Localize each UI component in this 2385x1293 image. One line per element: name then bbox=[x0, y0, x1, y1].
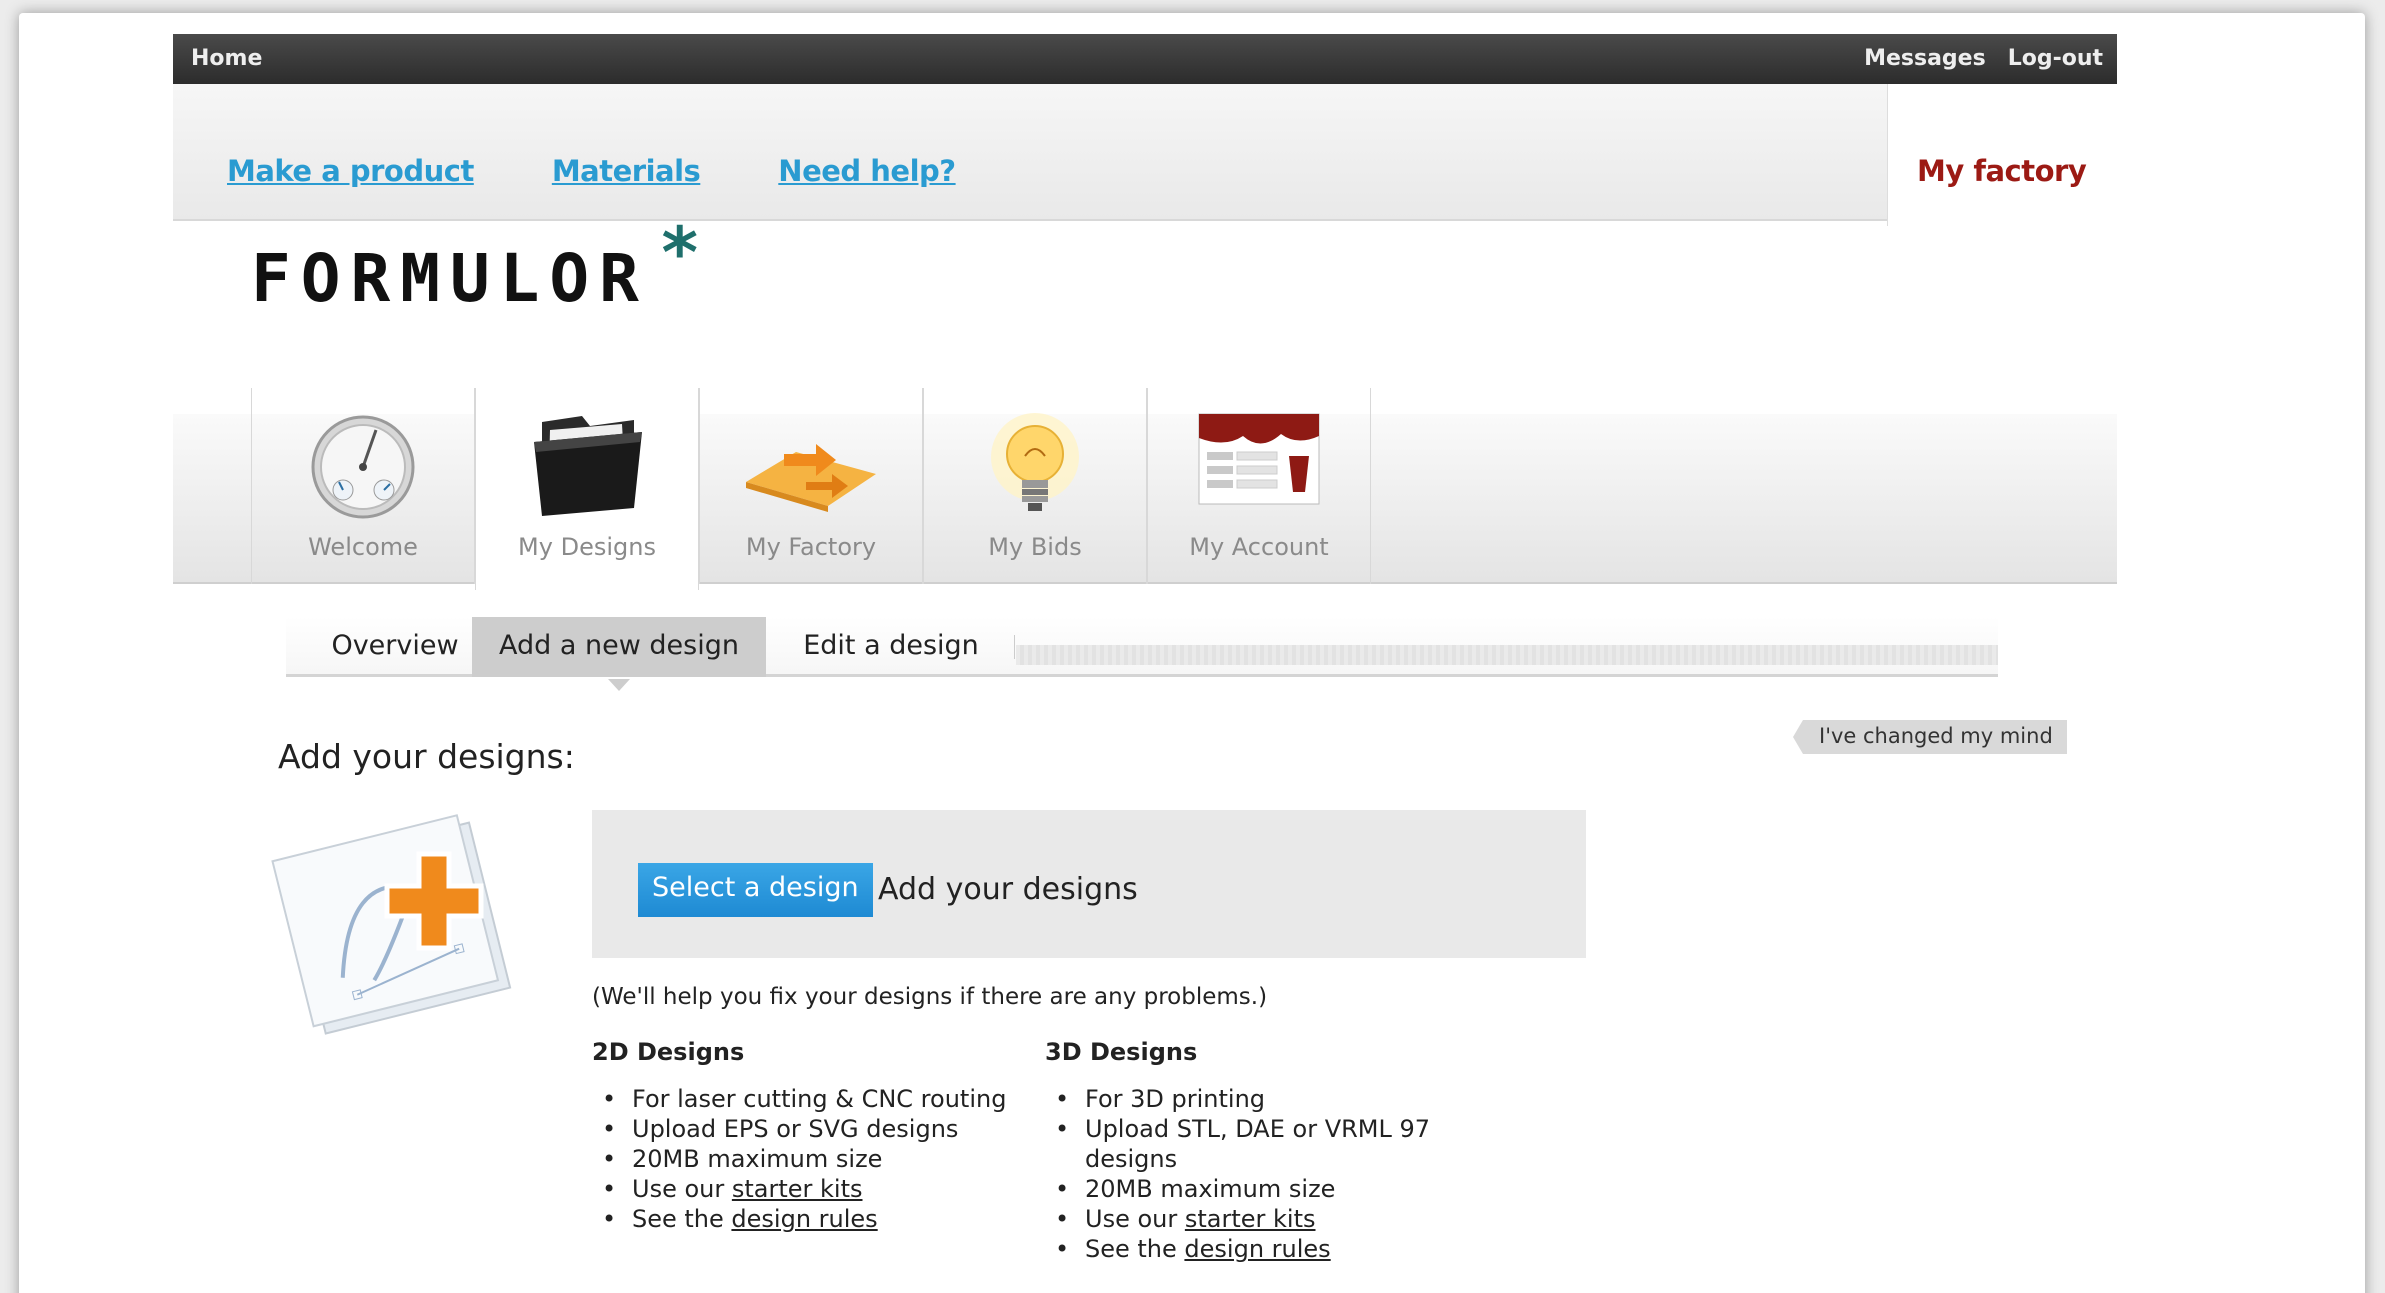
add-designs-label: Add your designs bbox=[878, 872, 1138, 907]
make-product-link[interactable]: Make a product bbox=[227, 154, 474, 188]
designs-2d-column: 2D Designs For laser cutting & CNC routi… bbox=[592, 1038, 1012, 1234]
tab-my-bids-label: My Bids bbox=[988, 533, 1082, 561]
factory-arrow-icon bbox=[746, 444, 876, 512]
logout-link[interactable]: Log-out bbox=[2008, 46, 2103, 71]
tab-overview[interactable]: Overview bbox=[304, 617, 486, 677]
formulor-logo: FORMULOR * bbox=[251, 212, 701, 317]
folder-icon bbox=[534, 416, 642, 516]
starter-kits-link[interactable]: starter kits bbox=[732, 1175, 863, 1203]
page-heading: Add your designs: bbox=[278, 737, 575, 776]
my-factory-tab[interactable]: My factory bbox=[1887, 84, 2117, 226]
design-rules-link[interactable]: design rules bbox=[1184, 1235, 1330, 1263]
tab-edit-design[interactable]: Edit a design bbox=[771, 617, 1011, 677]
list-item-text: Use our bbox=[1085, 1205, 1185, 1233]
designs-2d-list: For laser cutting & CNC routing Upload E… bbox=[592, 1084, 1012, 1234]
designs-3d-column: 3D Designs For 3D printing Upload STL, D… bbox=[1045, 1038, 1465, 1264]
list-item-text: Use our bbox=[632, 1175, 732, 1203]
list-item: Use our starter kits bbox=[1045, 1204, 1465, 1234]
upload-box: Select a design Add your designs bbox=[592, 810, 1586, 958]
list-item: For 3D printing bbox=[1045, 1084, 1465, 1114]
logo-star: * bbox=[658, 212, 701, 294]
materials-link[interactable]: Materials bbox=[552, 154, 701, 188]
tab-add-new-design[interactable]: Add a new design bbox=[472, 617, 766, 691]
list-item: 20MB maximum size bbox=[1045, 1174, 1465, 1204]
list-item: See the design rules bbox=[592, 1204, 1012, 1234]
tab-my-factory[interactable]: My Factory bbox=[699, 388, 923, 584]
main-nav: Make a product Materials Need help? My f… bbox=[173, 84, 2117, 226]
list-item: See the design rules bbox=[1045, 1234, 1465, 1264]
site: Home Messages Log-out Make a product Mat… bbox=[173, 34, 2117, 1293]
account-form-icon bbox=[1198, 413, 1320, 505]
changed-mind-button[interactable]: I've changed my mind bbox=[1793, 720, 2067, 754]
tab-my-factory-label: My Factory bbox=[745, 533, 877, 561]
tab-my-account-label: My Account bbox=[1189, 533, 1329, 561]
top-bar: Home Messages Log-out bbox=[173, 34, 2117, 84]
tab-my-account[interactable]: My Account bbox=[1147, 388, 1371, 584]
sub-tabs: Overview Add a new design Edit a design bbox=[286, 617, 1998, 691]
sub-tabs-stripe bbox=[1016, 645, 1998, 665]
list-item: Upload STL, DAE or VRML 97 designs bbox=[1045, 1114, 1465, 1174]
add-design-icon bbox=[271, 814, 512, 1035]
list-item: For laser cutting & CNC routing bbox=[592, 1084, 1012, 1114]
gauge-icon bbox=[311, 415, 415, 519]
tab-welcome[interactable]: Welcome bbox=[251, 388, 475, 584]
tab-my-designs-label: My Designs bbox=[518, 533, 656, 561]
list-item-text: See the bbox=[1085, 1235, 1185, 1263]
help-note: (We'll help you fix your designs if ther… bbox=[592, 984, 1268, 1010]
list-item: 20MB maximum size bbox=[592, 1144, 1012, 1174]
design-rules-link[interactable]: design rules bbox=[731, 1205, 877, 1233]
list-item: Upload EPS or SVG designs bbox=[592, 1114, 1012, 1144]
top-bar-right: Messages Log-out bbox=[1864, 46, 2103, 71]
designs-3d-title: 3D Designs bbox=[1045, 1038, 1198, 1066]
list-item: Use our starter kits bbox=[592, 1174, 1012, 1204]
select-design-button[interactable]: Select a design bbox=[638, 863, 873, 917]
logo-text: FORMULOR bbox=[251, 240, 649, 317]
designs-3d-list: For 3D printing Upload STL, DAE or VRML … bbox=[1045, 1084, 1465, 1264]
tab-my-bids[interactable]: My Bids bbox=[923, 388, 1147, 584]
messages-link[interactable]: Messages bbox=[1864, 46, 1986, 71]
tab-welcome-label: Welcome bbox=[308, 533, 418, 561]
list-item-text: See the bbox=[632, 1205, 732, 1233]
tab-separator bbox=[1014, 635, 1015, 659]
lightbulb-icon bbox=[991, 413, 1079, 511]
tab-my-designs[interactable]: My Designs bbox=[475, 388, 699, 590]
need-help-link[interactable]: Need help? bbox=[778, 154, 956, 188]
starter-kits-link[interactable]: starter kits bbox=[1185, 1205, 1316, 1233]
home-link[interactable]: Home bbox=[191, 46, 262, 71]
main-nav-links: Make a product Materials Need help? bbox=[227, 154, 956, 188]
my-factory-label: My factory bbox=[1917, 154, 2087, 188]
designs-2d-title: 2D Designs bbox=[592, 1038, 745, 1066]
